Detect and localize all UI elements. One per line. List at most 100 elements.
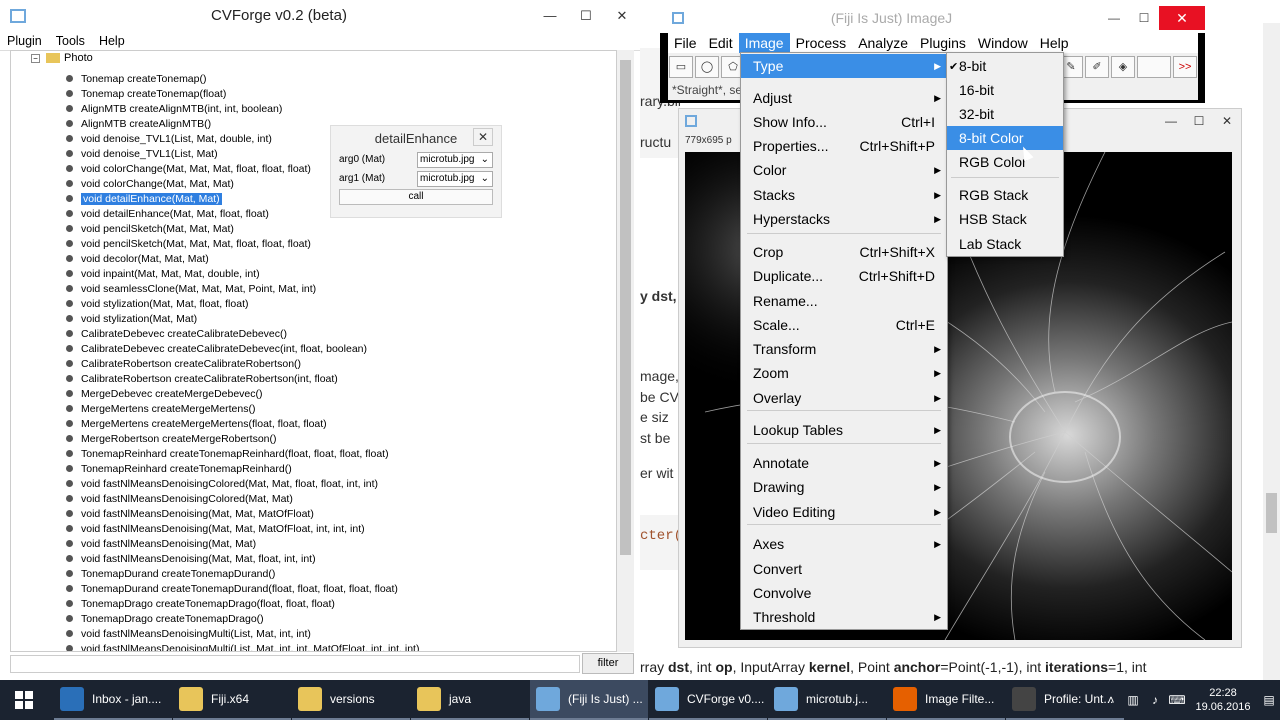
image-menu-item[interactable]: Annotate ▶ xyxy=(741,451,947,475)
tree-folder-photo[interactable]: − Photo xyxy=(31,51,93,65)
image-menu-item[interactable]: Show Info... Ctrl+I xyxy=(741,110,947,134)
image-menu-item[interactable]: Adjust ▶ xyxy=(741,86,947,110)
tree-item[interactable]: TonemapDurand createTonemapDurand() xyxy=(66,566,419,581)
image-menu-item[interactable]: Axes ▶ xyxy=(741,532,947,556)
taskbar-item[interactable]: versions xyxy=(292,680,410,720)
taskbar-item[interactable]: (Fiji Is Just) ... xyxy=(530,680,648,720)
tree-item[interactable]: void fastNlMeansDenoisingColored(Mat, Ma… xyxy=(66,491,419,506)
image-menu-item[interactable]: Type ▶ xyxy=(741,54,947,78)
image-menu-item[interactable]: Convolve xyxy=(741,581,947,605)
minimize-button[interactable]: — xyxy=(532,8,568,23)
type-menu-item[interactable]: RGB Stack xyxy=(947,183,1063,207)
notifications-icon[interactable]: ▤ xyxy=(1258,693,1280,707)
tree-item[interactable]: void fastNlMeansDenoisingColored(Mat, Ma… xyxy=(66,476,419,491)
maximize-button[interactable]: ☐ xyxy=(1185,114,1213,128)
arg0-select[interactable]: microtub.jpg ⌄ xyxy=(417,151,493,168)
type-menu-item[interactable]: RGB Color xyxy=(947,150,1063,174)
tree-item[interactable]: void decolor(Mat, Mat, Mat) xyxy=(66,251,419,266)
collapse-toggle-icon[interactable]: − xyxy=(31,53,40,63)
tree-item[interactable]: AlignMTB createAlignMTB(int, int, boolea… xyxy=(66,101,419,116)
image-menu-item[interactable]: Transform ▶ xyxy=(741,337,947,361)
tree-item[interactable]: CalibrateDebevec createCalibrateDebevec(… xyxy=(66,326,419,341)
brush-tool-icon[interactable]: ✐ xyxy=(1085,55,1109,78)
type-menu-item[interactable]: 16-bit xyxy=(947,78,1063,102)
fiji-menu-plugins[interactable]: Plugins xyxy=(914,33,972,53)
scrollbar-thumb[interactable] xyxy=(620,60,631,555)
image-menu-item[interactable]: Threshold ▶ xyxy=(741,605,947,629)
type-menu-item[interactable]: HSB Stack xyxy=(947,207,1063,231)
tree-item[interactable]: void seamlessClone(Mat, Mat, Mat, Point,… xyxy=(66,281,419,296)
image-menu-item[interactable]: Scale... Ctrl+E xyxy=(741,313,947,337)
minimize-button[interactable]: — xyxy=(1157,114,1185,128)
type-menu-item[interactable]: 32-bit xyxy=(947,102,1063,126)
close-button[interactable]: ✕ xyxy=(1159,6,1205,30)
tree-item[interactable]: void stylization(Mat, Mat, float, float) xyxy=(66,296,419,311)
keyboard-icon[interactable]: ⌨ xyxy=(1166,693,1188,707)
start-button[interactable] xyxy=(0,680,48,720)
tree-item[interactable]: TonemapDrago createTonemapDrago(float, f… xyxy=(66,596,419,611)
tree-item[interactable]: void fastNlMeansDenoising(Mat, Mat) xyxy=(66,536,419,551)
fiji-menu-help[interactable]: Help xyxy=(1034,33,1075,53)
flood-fill-tool-icon[interactable]: ◈ xyxy=(1111,55,1135,78)
filter-input[interactable] xyxy=(10,655,580,673)
clock[interactable]: 22:28 19.06.2016 xyxy=(1188,686,1258,714)
tree-item[interactable]: Tonemap createTonemap() xyxy=(66,71,419,86)
blank-tool[interactable] xyxy=(1137,55,1171,78)
tree-item[interactable]: MergeMertens createMergeMertens() xyxy=(66,401,419,416)
tree-item[interactable]: void inpaint(Mat, Mat, Mat, double, int) xyxy=(66,266,419,281)
tree-item[interactable]: void fastNlMeansDenoisingMulti(List, Mat… xyxy=(66,641,419,651)
taskbar-item[interactable]: Fiji.x64 xyxy=(173,680,291,720)
image-menu-item[interactable]: Lookup Tables ▶ xyxy=(741,418,947,442)
tree-scrollbar[interactable] xyxy=(617,50,634,652)
image-menu-item[interactable]: Duplicate... Ctrl+Shift+D xyxy=(741,264,947,288)
type-menu-item[interactable]: Lab Stack xyxy=(947,232,1063,256)
menu-plugin[interactable]: Plugin xyxy=(0,34,49,48)
tree-item[interactable]: Tonemap createTonemap(float) xyxy=(66,86,419,101)
image-menu-item[interactable]: Stacks ▶ xyxy=(741,183,947,207)
image-menu-item[interactable]: Rename... xyxy=(741,289,947,313)
fiji-menu-analyze[interactable]: Analyze xyxy=(852,33,914,53)
taskbar-item[interactable]: microtub.j... xyxy=(768,680,886,720)
tree-item[interactable]: TonemapDrago createTonemapDrago() xyxy=(66,611,419,626)
network-icon[interactable]: ▥ xyxy=(1122,693,1144,707)
tree-item[interactable]: MergeMertens createMergeMertens(float, f… xyxy=(66,416,419,431)
type-menu-item[interactable]: ✔ 8-bit xyxy=(947,54,1063,78)
image-menu-item[interactable]: Drawing ▶ xyxy=(741,475,947,499)
tree-item[interactable]: CalibrateDebevec createCalibrateDebevec(… xyxy=(66,341,419,356)
tree-item[interactable]: void fastNlMeansDenoising(Mat, Mat, floa… xyxy=(66,551,419,566)
tree-item[interactable]: TonemapReinhard createTonemapReinhard() xyxy=(66,461,419,476)
chevron-up-icon[interactable]: ˄ xyxy=(1100,693,1122,707)
image-menu-item[interactable]: Overlay ▶ xyxy=(741,386,947,410)
fiji-menu-window[interactable]: Window xyxy=(972,33,1034,53)
type-menu-item[interactable]: 8-bit Color xyxy=(947,126,1063,150)
fiji-menu-edit[interactable]: Edit xyxy=(703,33,739,53)
taskbar-item[interactable]: java xyxy=(411,680,529,720)
tree-item[interactable]: CalibrateRobertson createCalibrateRobert… xyxy=(66,356,419,371)
taskbar-item[interactable]: CVForge v0.... xyxy=(649,680,767,720)
menu-help[interactable]: Help xyxy=(92,34,132,48)
fiji-menu-image[interactable]: Image xyxy=(738,33,790,53)
tree-item[interactable]: void fastNlMeansDenoisingMulti(List, Mat… xyxy=(66,626,419,641)
filter-button[interactable]: filter xyxy=(582,653,634,674)
tree-item[interactable]: void fastNlMeansDenoising(Mat, Mat, MatO… xyxy=(66,506,419,521)
taskbar-item[interactable]: Inbox - jan.... xyxy=(54,680,172,720)
image-menu-item[interactable]: Convert xyxy=(741,557,947,581)
call-button[interactable]: call xyxy=(339,189,493,205)
more-tools-button[interactable]: >> xyxy=(1173,55,1197,78)
fiji-menu-process[interactable]: Process xyxy=(790,33,853,53)
oval-tool-icon[interactable]: ◯ xyxy=(695,55,719,78)
dialog-close-button[interactable]: ✕ xyxy=(473,128,493,146)
rectangle-tool-icon[interactable]: ▭ xyxy=(669,55,693,78)
tree-item[interactable]: TonemapReinhard createTonemapReinhard(fl… xyxy=(66,446,419,461)
tree-item[interactable]: CalibrateRobertson createCalibrateRobert… xyxy=(66,371,419,386)
image-menu-item[interactable]: Crop Ctrl+Shift+X xyxy=(741,240,947,264)
minimize-button[interactable]: — xyxy=(1099,11,1129,25)
maximize-button[interactable]: ☐ xyxy=(1129,11,1159,25)
image-menu-item[interactable]: Hyperstacks ▶ xyxy=(741,207,947,231)
image-menu-item[interactable]: Color ▶ xyxy=(741,158,947,182)
volume-icon[interactable]: ♪ xyxy=(1144,693,1166,707)
taskbar-item[interactable]: Image Filte... xyxy=(887,680,1005,720)
image-menu-item[interactable]: Video Editing ▶ xyxy=(741,500,947,524)
fiji-menu-file[interactable]: File xyxy=(668,33,703,53)
arg1-select[interactable]: microtub.jpg ⌄ xyxy=(417,170,493,187)
